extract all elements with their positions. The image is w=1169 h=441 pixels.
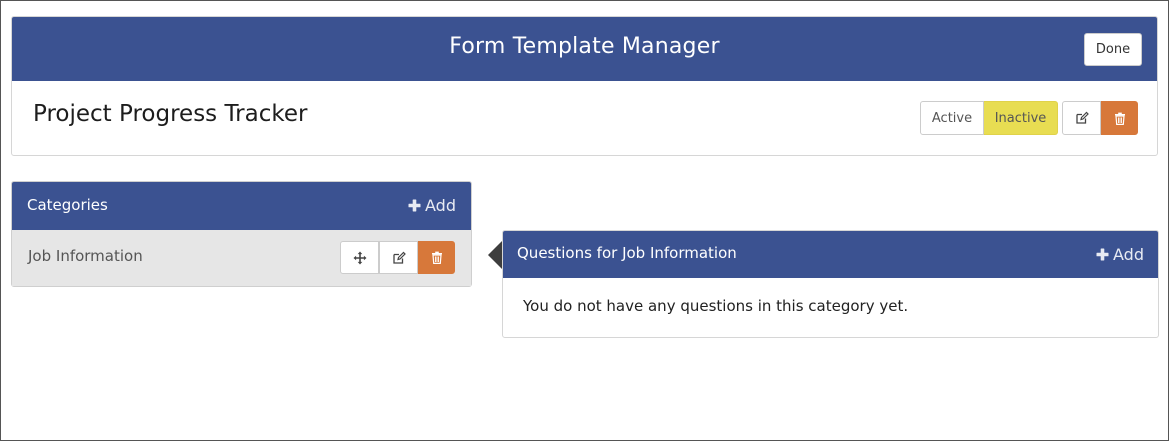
trash-icon [431, 251, 443, 264]
edit-category-button[interactable] [379, 241, 418, 274]
delete-form-button[interactable] [1101, 101, 1138, 135]
categories-header: Categories Add [12, 182, 471, 230]
move-icon [353, 251, 367, 265]
top-header: Form Template Manager Done [12, 17, 1157, 81]
questions-header: Questions for Job Information Add [503, 231, 1158, 278]
status-toggle-group: Active Inactive [920, 101, 1058, 135]
categories-panel: Categories Add Job Information [11, 181, 472, 287]
selection-pointer [488, 241, 502, 269]
add-question-button[interactable]: Add [1096, 245, 1144, 264]
questions-panel: Questions for Job Information Add You do… [502, 230, 1159, 338]
status-inactive-button[interactable]: Inactive [984, 101, 1058, 135]
form-name: Project Progress Tracker [33, 101, 308, 127]
done-button[interactable]: Done [1084, 33, 1142, 66]
category-actions [340, 241, 455, 274]
plus-icon [408, 199, 421, 212]
categories-title: Categories [27, 196, 108, 214]
status-active-button[interactable]: Active [920, 101, 984, 135]
add-question-label: Add [1113, 245, 1144, 264]
add-category-label: Add [425, 196, 456, 215]
add-category-button[interactable]: Add [408, 196, 456, 215]
app-frame: Form Template Manager Done Project Progr… [0, 0, 1169, 441]
category-label: Job Information [28, 247, 143, 265]
move-category-button[interactable] [340, 241, 379, 274]
page-title: Form Template Manager [449, 34, 720, 59]
form-template-panel: Form Template Manager Done Project Progr… [11, 16, 1158, 156]
plus-icon [1096, 248, 1109, 261]
list-item[interactable]: Job Information [12, 230, 471, 286]
edit-form-button[interactable] [1062, 101, 1101, 135]
delete-category-button[interactable] [418, 241, 455, 274]
empty-questions-message: You do not have any questions in this ca… [523, 297, 909, 315]
trash-icon [1114, 112, 1126, 125]
edit-icon [1075, 111, 1089, 125]
questions-title: Questions for Job Information [517, 244, 737, 262]
edit-icon [392, 251, 406, 265]
form-actions [1062, 101, 1138, 135]
